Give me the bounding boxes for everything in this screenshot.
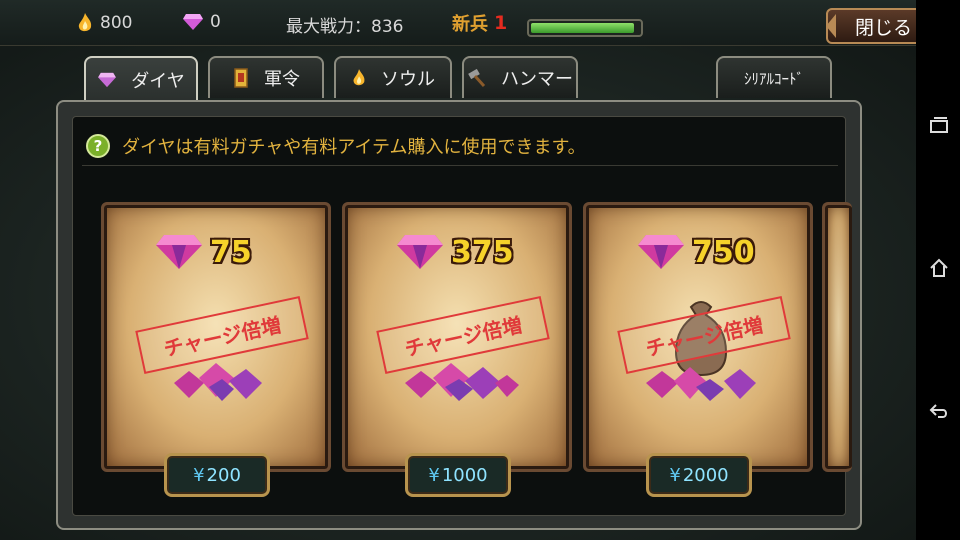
home-icon[interactable] bbox=[928, 258, 950, 280]
currency-symbol: ¥ bbox=[193, 464, 205, 486]
amount-value: 750 bbox=[692, 234, 755, 270]
diamond-icon bbox=[156, 235, 202, 269]
tab-hammer[interactable]: ハンマー bbox=[462, 56, 578, 98]
diamond-icon bbox=[397, 235, 443, 269]
tab-label: 軍令 bbox=[264, 69, 300, 90]
diamond-counter: 0 bbox=[182, 12, 221, 32]
diamond-icon bbox=[98, 72, 117, 88]
tab-diamond[interactable]: ダイヤ bbox=[84, 56, 198, 102]
diamond-amount: 750 bbox=[636, 233, 755, 271]
gem-pile-icon bbox=[646, 367, 756, 401]
price-button[interactable]: ¥ 2000 bbox=[646, 453, 752, 497]
system-nav-bar bbox=[916, 0, 960, 540]
back-icon[interactable] bbox=[928, 402, 950, 424]
amount-value: 375 bbox=[451, 234, 514, 270]
exp-progress-bar bbox=[527, 19, 643, 37]
tab-military-order[interactable]: 軍令 bbox=[208, 56, 324, 98]
price-value: 2000 bbox=[682, 464, 729, 486]
info-banner: ? ダイヤは有料ガチャや有料アイテム購入に使用できます。 bbox=[82, 126, 838, 166]
gem-pile-icon bbox=[405, 363, 519, 401]
max-power: 最大戦力：836 bbox=[286, 12, 403, 37]
scroll-icon bbox=[234, 68, 248, 88]
price-value: 200 bbox=[206, 464, 241, 486]
max-power-label: 最大戦力：836 bbox=[286, 17, 404, 37]
recent-apps-icon[interactable] bbox=[928, 116, 950, 138]
rank-level: 1 bbox=[494, 12, 508, 34]
close-button-label: 閉じる bbox=[854, 16, 912, 39]
soul-counter: 800 bbox=[76, 12, 132, 34]
diamond-amount: 375 bbox=[395, 233, 514, 271]
tab-label: ダイヤ bbox=[131, 71, 185, 92]
rank-display: 新兵 1 bbox=[452, 10, 507, 36]
product-card[interactable]: 375 チャージ倍増 ¥ 1000 bbox=[342, 202, 572, 497]
gem-pile-icon bbox=[174, 363, 262, 401]
product-card[interactable]: 75 チャージ倍増 ¥ 200 bbox=[101, 202, 331, 497]
product-card[interactable]: 750 チャージ倍増 ¥ 2000 bbox=[583, 202, 813, 497]
diamond-icon bbox=[638, 235, 684, 269]
tab-label: ソウル bbox=[381, 69, 435, 90]
flame-icon bbox=[353, 69, 365, 86]
rank-label: 新兵 bbox=[452, 14, 488, 35]
currency-symbol: ¥ bbox=[428, 464, 440, 486]
diamond-count: 0 bbox=[210, 12, 221, 32]
tab-soul[interactable]: ソウル bbox=[334, 56, 452, 98]
price-button[interactable]: ¥ 1000 bbox=[405, 453, 511, 497]
tab-label: ハンマー bbox=[501, 69, 573, 90]
price-button[interactable]: ¥ 200 bbox=[164, 453, 270, 497]
currency-symbol: ¥ bbox=[669, 464, 681, 486]
status-bar: 800 0 最大戦力：836 新兵 1 閉じる bbox=[0, 0, 918, 46]
price-value: 1000 bbox=[441, 464, 488, 486]
diamond-icon bbox=[183, 14, 203, 30]
info-text: ダイヤは有料ガチャや有料アイテム購入に使用できます。 bbox=[122, 136, 586, 158]
close-button[interactable]: 閉じる bbox=[826, 8, 918, 44]
product-card-partial[interactable] bbox=[822, 202, 852, 472]
tab-label: ｼﾘｱﾙｺｰﾄﾞ bbox=[743, 69, 804, 88]
exp-progress-fill bbox=[531, 23, 634, 33]
diamond-amount: 75 bbox=[154, 233, 252, 271]
flame-icon bbox=[78, 13, 92, 32]
hammer-icon bbox=[468, 68, 486, 88]
help-icon: ? bbox=[86, 133, 110, 158]
amount-value: 75 bbox=[210, 234, 252, 270]
tab-serial-code[interactable]: ｼﾘｱﾙｺｰﾄﾞ bbox=[716, 56, 832, 98]
soul-count: 800 bbox=[100, 13, 133, 33]
